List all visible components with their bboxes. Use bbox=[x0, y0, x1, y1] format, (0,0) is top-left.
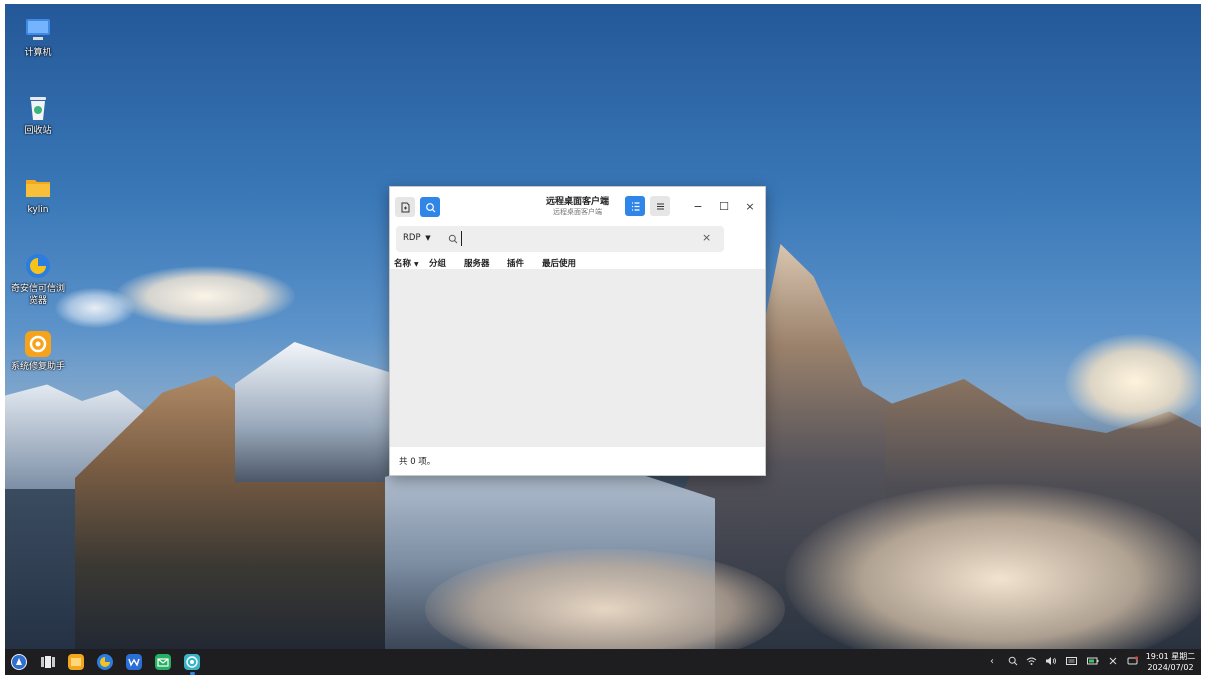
wps-icon bbox=[128, 658, 140, 667]
list-view-icon bbox=[631, 201, 639, 211]
remote-desktop-taskbar-button[interactable] bbox=[184, 654, 200, 670]
window-subtitle: 远程桌面客户端 bbox=[553, 208, 602, 216]
mail-button[interactable] bbox=[155, 654, 171, 670]
desktop-icon-label: 奇安信可信浏览器 bbox=[10, 284, 65, 306]
file-manager-icon bbox=[71, 658, 81, 666]
chevron-down-icon: ▼ bbox=[425, 234, 431, 242]
menu-icon bbox=[656, 203, 664, 209]
bluetooth-icon[interactable] bbox=[1108, 656, 1118, 669]
desktop-icon-trash[interactable]: 回收站 bbox=[8, 94, 68, 137]
remote-desktop-window: 远程桌面客户端 远程桌面客户端 − ☐ × RDP ▼ × 名称 ▼ 分组 服务… bbox=[389, 186, 766, 476]
column-name[interactable]: 名称 ▼ bbox=[394, 257, 419, 269]
cloud-sky-3 bbox=[1065, 334, 1201, 429]
notification-icon[interactable] bbox=[1127, 656, 1139, 669]
column-plugin[interactable]: 插件 bbox=[507, 257, 524, 269]
keyboard-icon[interactable] bbox=[1066, 656, 1077, 669]
status-text: 共 0 项。 bbox=[399, 457, 436, 467]
start-menu-icon bbox=[12, 655, 26, 669]
browser-icon bbox=[100, 657, 110, 667]
new-connection-icon bbox=[401, 202, 409, 212]
remote-desktop-icon bbox=[186, 656, 198, 668]
trash-icon bbox=[24, 94, 52, 122]
multitask-view-button[interactable] bbox=[40, 654, 56, 670]
taskbar: ‹ 19:01 星期二 2024/07/02 bbox=[5, 649, 1201, 675]
clock-date[interactable]: 2024/07/02 bbox=[1143, 663, 1198, 672]
menu-button[interactable] bbox=[650, 196, 670, 216]
clock-time[interactable]: 19:01 星期二 bbox=[1143, 651, 1198, 662]
tray-search-button[interactable] bbox=[1008, 656, 1018, 669]
desktop-icon-label: kylin bbox=[27, 205, 49, 215]
cloud-sky-1 bbox=[115, 266, 295, 326]
search-toggle-button[interactable] bbox=[420, 197, 440, 217]
battery-glyph bbox=[1087, 657, 1099, 665]
desktop-icon-repair[interactable]: 系统修复助手 bbox=[8, 330, 68, 373]
search-input[interactable] bbox=[461, 231, 694, 246]
window-titlebar[interactable]: 远程桌面客户端 远程桌面客户端 − ☐ × bbox=[390, 187, 765, 225]
desktop-icon-kylin[interactable]: kylin bbox=[8, 173, 68, 216]
search-icon bbox=[425, 202, 435, 212]
desktop-icon-browser[interactable]: 奇安信可信浏览器 bbox=[8, 252, 68, 307]
start-menu-button[interactable] bbox=[11, 654, 27, 670]
battery-icon[interactable] bbox=[1087, 656, 1099, 669]
keyboard-glyph bbox=[1066, 657, 1077, 665]
sort-desc-icon: ▼ bbox=[413, 261, 419, 268]
clear-search-button[interactable]: × bbox=[702, 231, 711, 244]
notification-glyph bbox=[1127, 656, 1139, 665]
maximize-button[interactable]: ☐ bbox=[716, 198, 732, 214]
column-last-used[interactable]: 最后使用 bbox=[542, 257, 576, 269]
window-title: 远程桌面客户端 bbox=[545, 197, 609, 207]
browser-taskbar-button[interactable] bbox=[97, 654, 113, 670]
new-connection-button[interactable] bbox=[395, 197, 415, 217]
desktop-icon-label: 系统修复助手 bbox=[10, 362, 65, 372]
search-icon bbox=[1008, 656, 1018, 666]
wps-button[interactable] bbox=[126, 654, 142, 670]
desktop-icon-label: 计算机 bbox=[24, 48, 52, 58]
chevron-left-icon[interactable]: ‹ bbox=[990, 656, 994, 667]
protocol-select[interactable]: RDP ▼ bbox=[403, 233, 431, 243]
protocol-value: RDP bbox=[403, 233, 421, 243]
computer-icon bbox=[24, 16, 52, 44]
search-bar: RDP ▼ × bbox=[396, 226, 724, 252]
wifi-icon[interactable] bbox=[1026, 656, 1037, 669]
browser-icon bbox=[24, 252, 52, 280]
mail-icon bbox=[157, 658, 169, 667]
folder-icon bbox=[24, 173, 52, 201]
column-server[interactable]: 服务器 bbox=[464, 257, 490, 269]
volume-glyph bbox=[1046, 657, 1056, 665]
list-view-button[interactable] bbox=[625, 196, 645, 216]
column-group[interactable]: 分组 bbox=[429, 257, 446, 269]
multitask-view-icon bbox=[41, 656, 55, 668]
desktop-icon-computer[interactable]: 计算机 bbox=[8, 16, 68, 59]
file-manager-button[interactable] bbox=[68, 654, 84, 670]
search-icon bbox=[448, 234, 458, 244]
close-button[interactable]: × bbox=[742, 198, 758, 214]
connection-list[interactable] bbox=[390, 269, 765, 447]
wifi-glyph bbox=[1026, 657, 1037, 665]
repair-icon bbox=[24, 330, 52, 358]
bluetooth-glyph bbox=[1109, 657, 1117, 665]
column-name-label: 名称 bbox=[394, 259, 412, 269]
volume-icon[interactable] bbox=[1045, 656, 1057, 669]
desktop-icon-label: 回收站 bbox=[24, 126, 52, 136]
minimize-button[interactable]: − bbox=[690, 198, 706, 214]
